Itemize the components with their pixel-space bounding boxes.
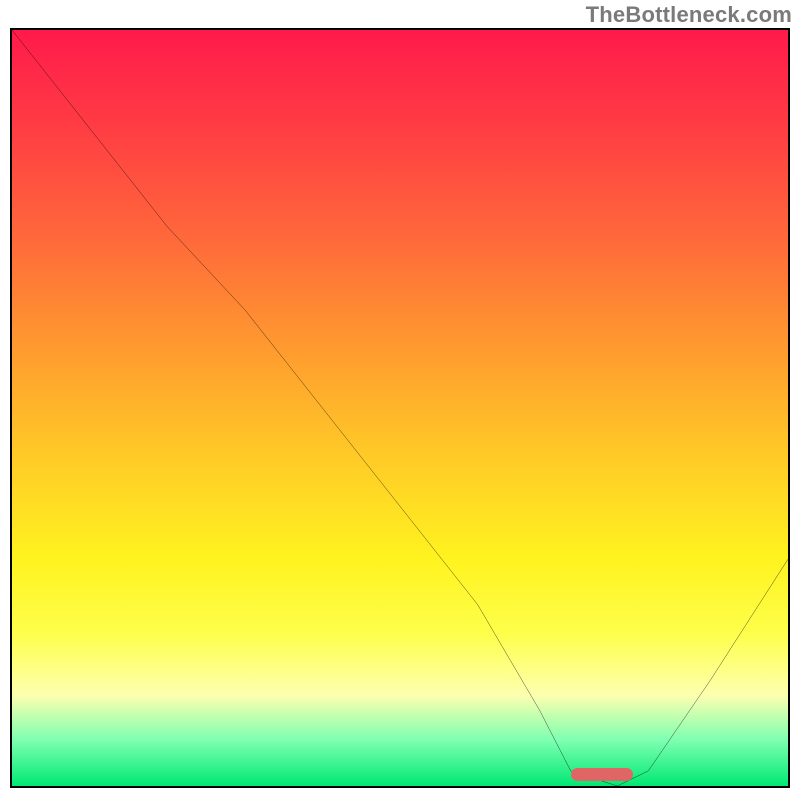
attribution-text: TheBottleneck.com <box>586 2 792 28</box>
optimal-range-marker <box>571 768 633 782</box>
bottleneck-curve <box>12 30 788 786</box>
chart-frame: TheBottleneck.com <box>0 0 800 800</box>
plot-area <box>10 28 790 788</box>
curve-path <box>12 30 788 786</box>
